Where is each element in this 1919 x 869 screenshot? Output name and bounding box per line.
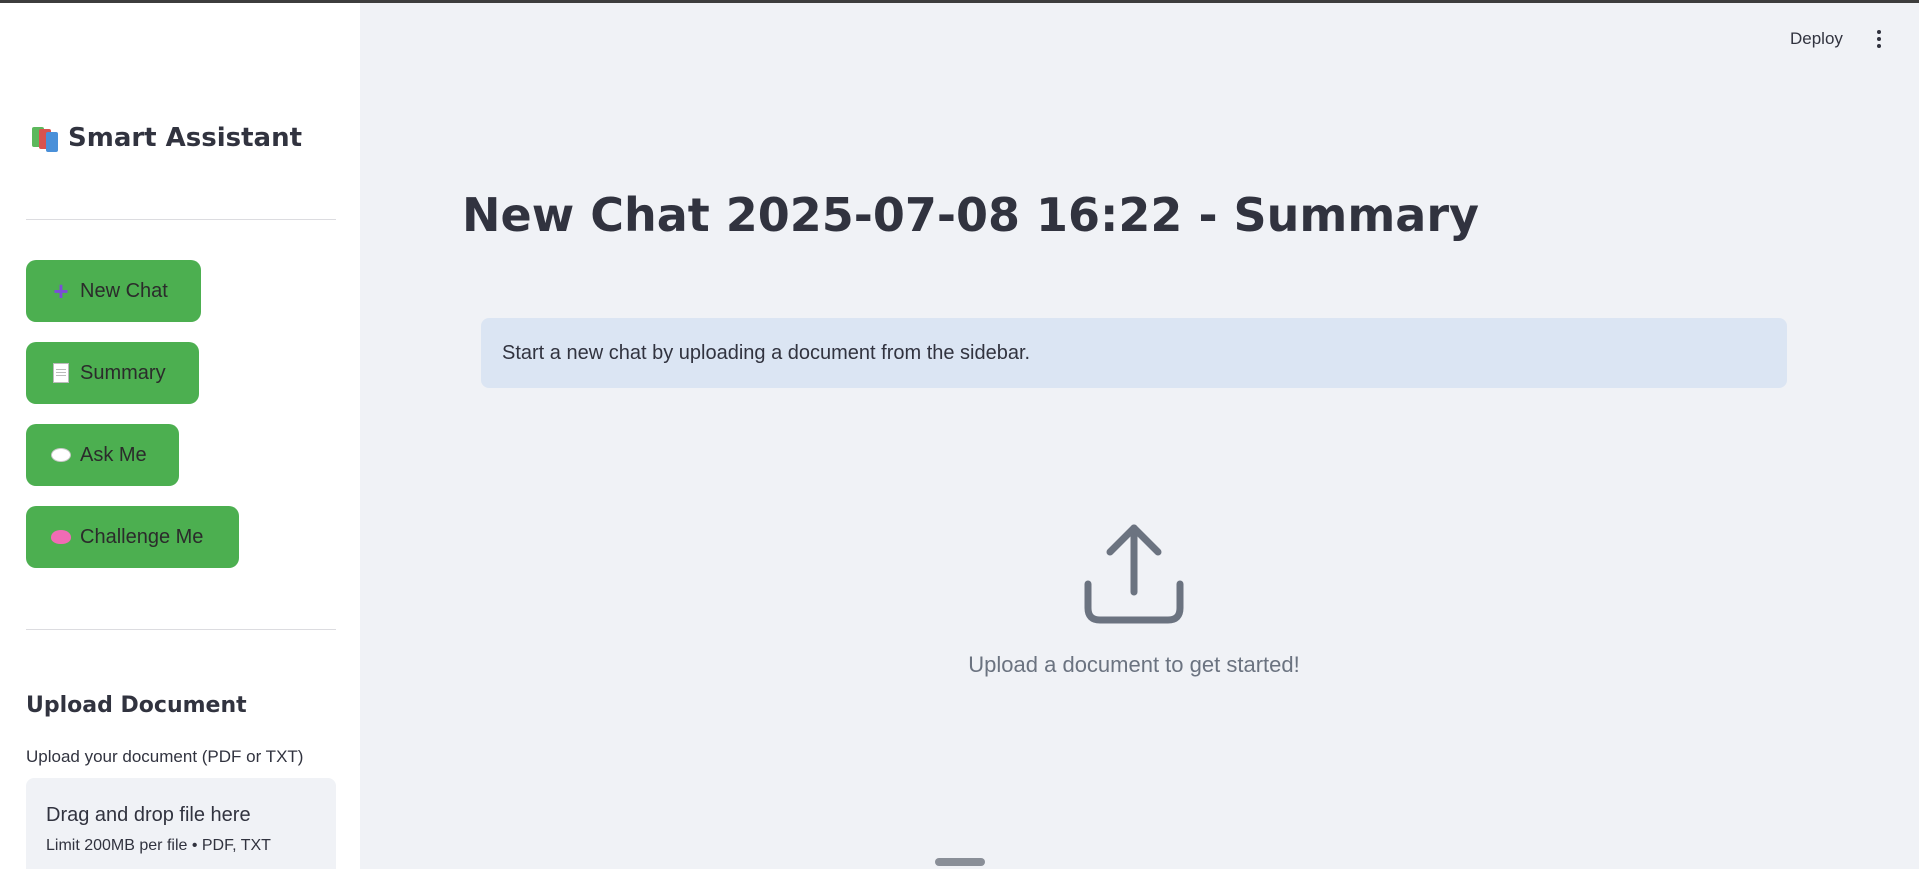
info-alert: Start a new chat by uploading a document… xyxy=(481,318,1787,388)
upload-label: Upload your document (PDF or TXT) xyxy=(26,747,304,766)
dropzone-limit: Limit 200MB per file • PDF, TXT xyxy=(46,837,271,854)
challenge-me-label: Challenge Me xyxy=(80,525,204,548)
new-chat-label: New Chat xyxy=(80,279,168,302)
sidebar-divider xyxy=(26,629,336,630)
upload-section-title: Upload Document xyxy=(26,693,247,718)
brand: Smart Assistant xyxy=(30,123,302,153)
empty-state-message: Upload a document to get started! xyxy=(968,652,1300,677)
more-vertical-icon[interactable] xyxy=(1873,28,1885,52)
ask-me-label: Ask Me xyxy=(80,443,147,466)
brain-icon xyxy=(50,526,72,548)
ask-me-button[interactable]: Ask Me xyxy=(26,424,179,486)
summary-button[interactable]: Summary xyxy=(26,342,199,404)
challenge-me-button[interactable]: Challenge Me xyxy=(26,506,239,568)
speech-bubble-icon xyxy=(50,444,72,466)
deploy-button[interactable]: Deploy xyxy=(1790,29,1843,49)
brand-title: Smart Assistant xyxy=(68,123,303,153)
info-message: Start a new chat by uploading a document… xyxy=(502,341,1031,364)
upload-icon xyxy=(1084,524,1184,624)
page-title: New Chat 2025-07-08 16:22 - Summary xyxy=(462,188,1480,242)
document-icon xyxy=(50,362,72,384)
summary-label: Summary xyxy=(80,361,166,384)
dropzone-title: Drag and drop file here xyxy=(46,804,251,826)
books-icon xyxy=(30,123,60,153)
sidebar: Smart Assistant + New Chat Summary Ask M… xyxy=(0,3,360,869)
drag-handle[interactable] xyxy=(935,858,985,866)
sidebar-divider xyxy=(26,219,336,220)
file-dropzone[interactable]: Drag and drop file here Limit 200MB per … xyxy=(26,778,336,869)
new-chat-button[interactable]: + New Chat xyxy=(26,260,201,322)
plus-icon: + xyxy=(53,276,69,306)
